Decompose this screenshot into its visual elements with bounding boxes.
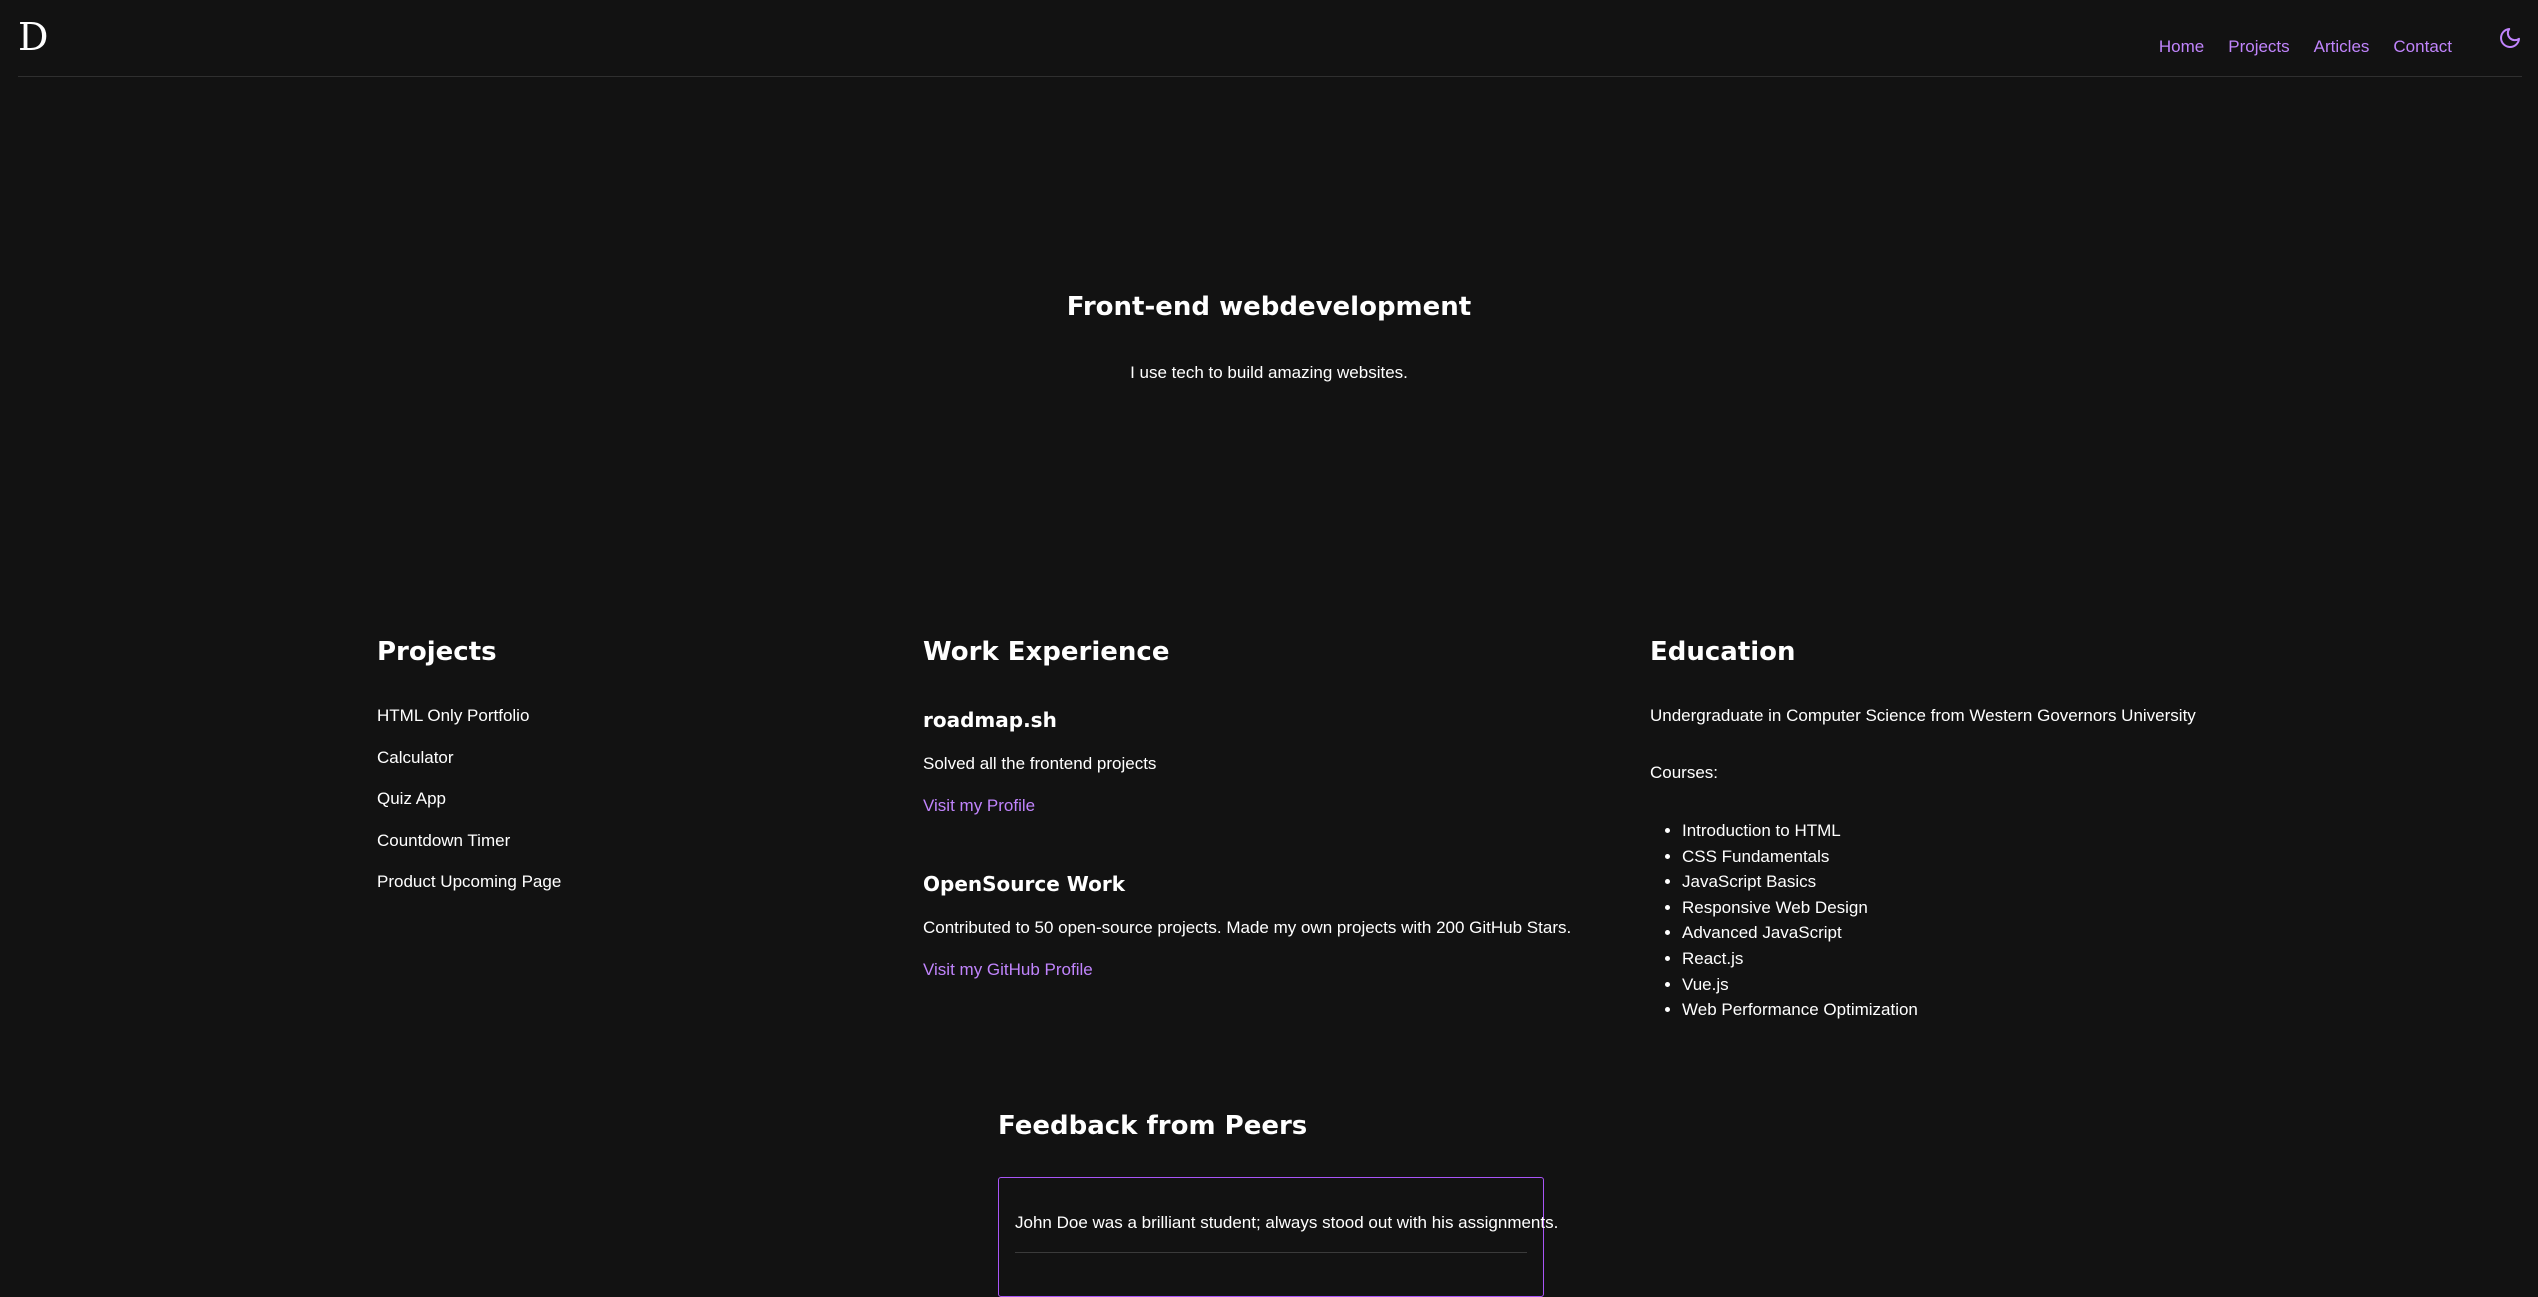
course-item: React.js — [1682, 949, 1918, 975]
work-entry-title: roadmap.sh — [923, 708, 1057, 732]
work-experience-heading: Work Experience — [923, 637, 1170, 667]
course-item: CSS Fundamentals — [1682, 847, 1918, 873]
nav-projects-link[interactable]: Projects — [2228, 38, 2289, 55]
project-item: HTML Only Portfolio — [377, 706, 530, 725]
feedback-heading: Feedback from Peers — [998, 1111, 1308, 1141]
course-item: Introduction to HTML — [1682, 821, 1918, 847]
visit-profile-link[interactable]: Visit my Profile — [923, 796, 1035, 816]
course-item: Responsive Web Design — [1682, 898, 1918, 924]
nav-home-link[interactable]: Home — [2159, 38, 2204, 55]
education-heading: Education — [1650, 637, 1796, 667]
course-item: Advanced JavaScript — [1682, 923, 1918, 949]
courses-label: Courses: — [1650, 763, 1719, 782]
visit-github-profile-link[interactable]: Visit my GitHub Profile — [923, 960, 1093, 980]
moon-icon[interactable] — [2498, 26, 2522, 50]
nav-articles-link[interactable]: Articles — [2314, 38, 2370, 55]
nav-contact-link[interactable]: Contact — [2393, 38, 2452, 55]
projects-list: HTML Only Portfolio Calculator Quiz App … — [377, 706, 561, 914]
site-header: D Home Projects Articles Contact — [18, 0, 2522, 77]
project-item: Product Upcoming Page — [377, 872, 562, 891]
site-logo[interactable]: D — [18, 18, 48, 56]
projects-heading: Projects — [377, 637, 497, 667]
feedback-quote: John Doe was a brilliant student; always… — [1015, 1213, 1559, 1232]
work-entry-description: Contributed to 50 open-source projects. … — [923, 918, 1572, 937]
project-item: Quiz App — [377, 789, 446, 808]
feedback-divider — [1015, 1252, 1527, 1253]
course-item: Vue.js — [1682, 975, 1918, 1001]
project-item: Countdown Timer — [377, 830, 511, 850]
education-degree: Undergraduate in Computer Science from W… — [1650, 706, 2196, 725]
course-item: Web Performance Optimization — [1682, 1000, 1918, 1026]
courses-list: Introduction to HTML CSS Fundamentals Ja… — [1650, 821, 1918, 1026]
feedback-card: John Doe was a brilliant student; always… — [998, 1177, 1558, 1297]
course-item: JavaScript Basics — [1682, 872, 1918, 898]
project-item: Calculator — [377, 747, 454, 767]
work-entry-description: Solved all the frontend projects — [923, 754, 1157, 773]
hero-title: Front-end webdevelopment — [1066, 292, 1472, 322]
work-entry-title: OpenSource Work — [923, 872, 1126, 896]
main-nav: Home Projects Articles Contact — [2159, 28, 2522, 58]
hero-subtitle: I use tech to build amazing websites. — [1130, 363, 1408, 382]
